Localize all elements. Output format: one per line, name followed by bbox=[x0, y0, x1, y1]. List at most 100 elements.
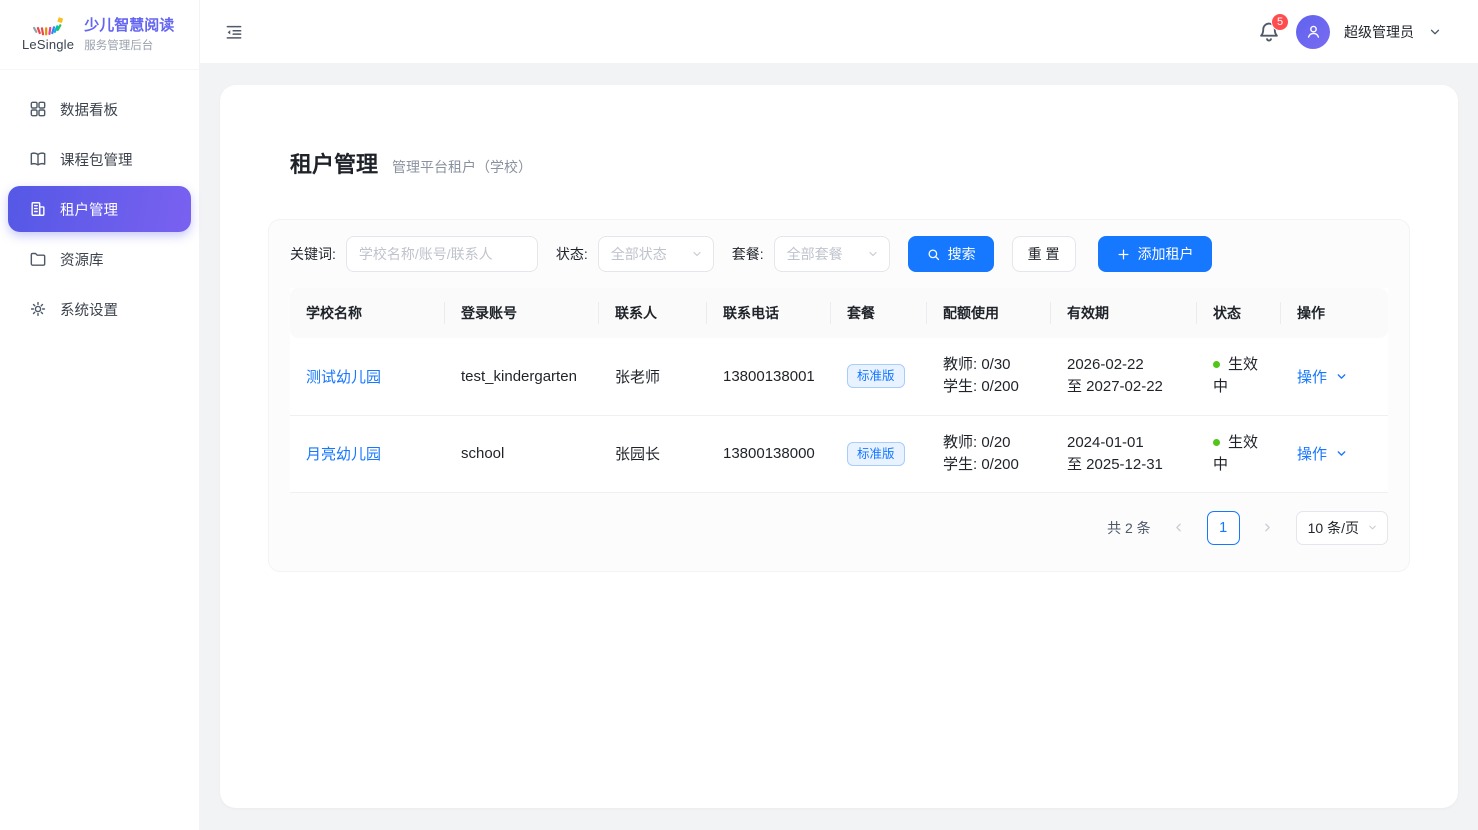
school-name-link[interactable]: 月亮幼儿园 bbox=[306, 446, 381, 463]
col-phone: 联系电话 bbox=[707, 288, 831, 338]
chevron-right-icon bbox=[1261, 521, 1274, 534]
add-tenant-button-label: 添加租户 bbox=[1138, 244, 1194, 264]
phone-cell: 13800138001 bbox=[707, 338, 831, 415]
notification-bell-button[interactable]: 5 bbox=[1256, 19, 1282, 45]
validity-cell: 2024-01-01 至 2025-12-31 bbox=[1051, 415, 1197, 492]
plan-select-value: 全部套餐 bbox=[787, 244, 843, 264]
add-tenant-button[interactable]: 添加租户 bbox=[1098, 236, 1212, 272]
filter-bar: 关键词: 状态: 全部状态 bbox=[290, 236, 1388, 272]
row-actions-dropdown[interactable]: 操作 bbox=[1297, 366, 1348, 387]
page-size-value: 10 条/页 bbox=[1308, 518, 1359, 538]
col-plan: 套餐 bbox=[831, 288, 927, 338]
valid-to: 至 2027-02-22 bbox=[1067, 376, 1181, 398]
sidebar-item-tenants[interactable]: 租户管理 bbox=[8, 186, 191, 232]
page-size-select[interactable]: 10 条/页 bbox=[1296, 511, 1388, 545]
chevron-down-icon bbox=[1335, 447, 1348, 460]
chevron-down-icon bbox=[1335, 370, 1348, 383]
sidebar-item-course-packages[interactable]: 课程包管理 bbox=[8, 136, 191, 182]
chevron-down-icon[interactable] bbox=[1428, 25, 1442, 39]
search-icon bbox=[926, 247, 941, 262]
quota-teacher: 教师: 0/30 bbox=[943, 354, 1035, 376]
plus-icon bbox=[1116, 247, 1131, 262]
pagination: 共 2 条 1 10 条/页 bbox=[290, 511, 1388, 545]
keyword-filter-group: 关键词: bbox=[290, 236, 538, 272]
search-button[interactable]: 搜索 bbox=[908, 236, 994, 272]
keyword-label: 关键词: bbox=[290, 244, 336, 264]
pagination-total: 共 2 条 bbox=[1107, 518, 1151, 538]
status-cell: 生效中 bbox=[1197, 415, 1281, 492]
user-name[interactable]: 超级管理员 bbox=[1344, 22, 1414, 42]
tenant-panel: 关键词: 状态: 全部状态 bbox=[268, 219, 1410, 572]
folder-icon bbox=[28, 249, 48, 269]
sidebar-item-resources[interactable]: 资源库 bbox=[8, 236, 191, 282]
row-actions-label: 操作 bbox=[1297, 366, 1327, 387]
valid-to: 至 2025-12-31 bbox=[1067, 454, 1181, 476]
col-school-name: 学校名称 bbox=[290, 288, 445, 338]
user-icon bbox=[1304, 22, 1323, 41]
tenant-management-card: 租户管理 管理平台租户（学校） 关键词: 状态: 全部状态 bbox=[220, 85, 1458, 808]
sidebar: LeSingle 少儿智慧阅读 服务管理后台 数据看板 bbox=[0, 0, 200, 830]
reset-button[interactable]: 重 置 bbox=[1012, 236, 1076, 272]
col-login-account: 登录账号 bbox=[445, 288, 599, 338]
page-subtitle: 管理平台租户（学校） bbox=[392, 157, 532, 177]
row-actions-dropdown[interactable]: 操作 bbox=[1297, 443, 1348, 464]
quota-cell: 教师: 0/30 学生: 0/200 bbox=[927, 338, 1051, 415]
pagination-prev-button[interactable] bbox=[1165, 512, 1193, 544]
gear-icon bbox=[28, 299, 48, 319]
pagination-next-button[interactable] bbox=[1254, 512, 1282, 544]
quota-student: 学生: 0/200 bbox=[943, 454, 1035, 476]
sidebar-item-label: 课程包管理 bbox=[60, 149, 133, 170]
login-account-cell: school bbox=[445, 415, 599, 492]
valid-from: 2026-02-22 bbox=[1067, 354, 1181, 376]
brand-subtitle: 服务管理后台 bbox=[84, 37, 174, 53]
building-icon bbox=[28, 199, 48, 219]
status-filter-group: 状态: 全部状态 bbox=[556, 236, 714, 272]
plan-select[interactable]: 全部套餐 bbox=[774, 236, 890, 272]
status-dot bbox=[1213, 439, 1220, 446]
keyword-input[interactable] bbox=[346, 236, 538, 272]
page-head: 租户管理 管理平台租户（学校） bbox=[268, 147, 1410, 179]
school-name-link[interactable]: 测试幼儿园 bbox=[306, 369, 381, 386]
table-row: 测试幼儿园 test_kindergarten 张老师 13800138001 … bbox=[290, 338, 1388, 415]
sidebar-item-label: 资源库 bbox=[60, 249, 104, 270]
sidebar-item-dashboard[interactable]: 数据看板 bbox=[8, 86, 191, 132]
main-column: 5 超级管理员 bbox=[200, 0, 1478, 830]
valid-from: 2024-01-01 bbox=[1067, 432, 1181, 454]
plan-badge: 标准版 bbox=[847, 364, 905, 388]
validity-cell: 2026-02-22 至 2027-02-22 bbox=[1051, 338, 1197, 415]
col-status: 状态 bbox=[1197, 288, 1281, 338]
menu-fold-icon bbox=[224, 22, 244, 42]
sidebar-item-label: 数据看板 bbox=[60, 99, 118, 120]
avatar[interactable] bbox=[1296, 15, 1330, 49]
status-badge: 生效中 bbox=[1213, 356, 1258, 395]
topbar: 5 超级管理员 bbox=[200, 0, 1478, 64]
status-badge: 生效中 bbox=[1213, 434, 1258, 473]
page-title: 租户管理 bbox=[290, 147, 378, 179]
brand-logo: LeSingle bbox=[22, 17, 74, 52]
brand-logo-word: LeSingle bbox=[22, 37, 74, 52]
book-icon bbox=[28, 149, 48, 169]
status-select[interactable]: 全部状态 bbox=[598, 236, 714, 272]
lesingle-fan-icon bbox=[30, 17, 66, 39]
col-contact: 联系人 bbox=[599, 288, 707, 338]
plan-badge: 标准版 bbox=[847, 442, 905, 466]
reset-button-label: 重 置 bbox=[1028, 244, 1060, 264]
quota-student: 学生: 0/200 bbox=[943, 376, 1035, 398]
sidebar-collapse-button[interactable] bbox=[220, 18, 248, 46]
contact-cell: 张园长 bbox=[599, 415, 707, 492]
sidebar-item-settings[interactable]: 系统设置 bbox=[8, 286, 191, 332]
app-root: LeSingle 少儿智慧阅读 服务管理后台 数据看板 bbox=[0, 0, 1478, 830]
brand-text: 少儿智慧阅读 服务管理后台 bbox=[84, 16, 174, 53]
topbar-right: 5 超级管理员 bbox=[1256, 15, 1442, 49]
content-area: 租户管理 管理平台租户（学校） 关键词: 状态: 全部状态 bbox=[200, 64, 1478, 830]
col-validity: 有效期 bbox=[1051, 288, 1197, 338]
pagination-page-1[interactable]: 1 bbox=[1207, 511, 1240, 545]
phone-cell: 13800138000 bbox=[707, 415, 831, 492]
brand-title: 少儿智慧阅读 bbox=[84, 16, 174, 35]
status-dot bbox=[1213, 361, 1220, 368]
quota-cell: 教师: 0/20 学生: 0/200 bbox=[927, 415, 1051, 492]
row-actions-label: 操作 bbox=[1297, 443, 1327, 464]
chevron-down-icon bbox=[1367, 522, 1378, 533]
sidebar-item-label: 系统设置 bbox=[60, 299, 118, 320]
chevron-left-icon bbox=[1172, 521, 1185, 534]
